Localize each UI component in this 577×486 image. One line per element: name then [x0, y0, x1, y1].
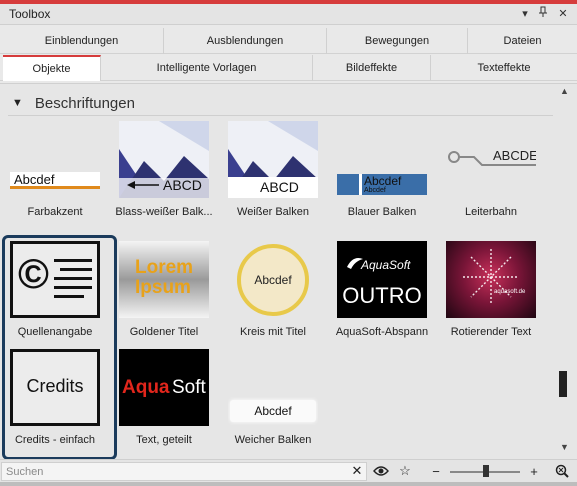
thumbnail: Abcdef — [228, 349, 318, 426]
vertical-scrollbar[interactable]: ▲ ▼ — [556, 84, 574, 460]
pin-icon[interactable] — [535, 6, 551, 22]
section-header[interactable]: ▼ Beschriftungen — [12, 93, 135, 113]
title-bar: Toolbox ▾ ✕ — [0, 4, 577, 25]
scroll-up-icon[interactable]: ▲ — [560, 86, 569, 96]
thumbnail: ABCD — [119, 121, 209, 198]
zoom-fit-icon[interactable] — [552, 461, 572, 481]
window-title: Toolbox — [9, 7, 51, 21]
thumb-text: Aqua — [122, 377, 170, 398]
zoom-slider-knob[interactable] — [483, 465, 489, 477]
eye-icon[interactable] — [371, 461, 391, 481]
tab-einblendungen[interactable]: Einblendungen — [0, 28, 164, 54]
tab-texteffekte[interactable]: Texteffekte — [431, 55, 577, 81]
item-label: AquaSoft-Abspann — [335, 326, 429, 338]
tab-row-1: Einblendungen Ausblendungen Bewegungen D… — [0, 28, 577, 54]
thumb-text: aquasoft.de — [494, 289, 526, 295]
thumb-text: ABCD — [163, 177, 202, 193]
selection-highlight — [2, 235, 117, 460]
item-label: Rotierender Text — [450, 326, 532, 338]
zoom-in-icon[interactable]: + — [524, 461, 544, 481]
thumb-subtext: Ipsum — [135, 277, 191, 298]
bottom-toolbar: ✕ ☆ − + — [0, 459, 577, 482]
thumb-text: Abcdef — [254, 404, 292, 418]
scroll-down-icon[interactable]: ▼ — [560, 442, 569, 452]
item-label: Goldener Titel — [129, 326, 199, 338]
template-gallery: ▼ Beschriftungen Abcdef Farbakzent ABCD … — [0, 83, 577, 460]
thumbnail: Abcdef — [228, 241, 318, 318]
thumb-text: Abcdef — [14, 172, 55, 187]
thumbnail: ABCDE — [446, 121, 536, 198]
scroll-thumb[interactable] — [559, 371, 567, 397]
search-input[interactable] — [1, 462, 367, 481]
section-title: Beschriftungen — [34, 94, 135, 112]
thumb-subtext: OUTRO — [342, 283, 422, 308]
thumb-subtext: Soft — [172, 377, 206, 398]
section-divider — [8, 115, 553, 116]
item-label: Text, geteilt — [136, 434, 192, 446]
dropdown-icon[interactable]: ▾ — [517, 6, 533, 22]
tab-dateien[interactable]: Dateien — [468, 28, 577, 54]
thumb-text: ABCD — [260, 179, 299, 195]
bottom-edge — [0, 482, 577, 486]
tab-objekte[interactable]: Objekte — [3, 55, 101, 81]
item-label: Farbakzent — [27, 206, 83, 218]
item-label: Weicher Balken — [234, 434, 312, 446]
thumbnail: Aqua Soft — [119, 349, 209, 426]
thumbnail: Abcdef — [10, 121, 100, 198]
thumb-text: Abcdef — [254, 273, 292, 287]
tab-row-2: Objekte Intelligente Vorlagen Bildeffekt… — [0, 55, 577, 81]
thumbnail: AquaSoft OUTRO — [337, 241, 427, 318]
zoom-out-icon[interactable]: − — [426, 461, 446, 481]
item-label: Blass-weißer Balk... — [115, 206, 213, 218]
thumbnail: ABCD — [228, 121, 318, 198]
tab-bewegungen[interactable]: Bewegungen — [327, 28, 468, 54]
thumb-text: Abcdef — [364, 174, 402, 188]
thumbnail: Abcdef Abcdef — [337, 121, 427, 198]
tab-ausblendungen[interactable]: Ausblendungen — [164, 28, 327, 54]
item-label: Weißer Balken — [237, 206, 309, 218]
item-label: Kreis mit Titel — [239, 326, 306, 338]
thumbnail: aquasoft.de — [446, 241, 536, 318]
close-icon[interactable]: ✕ — [555, 6, 571, 22]
tab-intelligente-vorlagen[interactable]: Intelligente Vorlagen — [101, 55, 313, 81]
collapse-triangle-icon[interactable]: ▼ — [12, 97, 23, 109]
clear-search-icon[interactable]: ✕ — [347, 461, 367, 481]
thumb-subtext: Abcdef — [364, 187, 386, 194]
thumbnail: Lorem Ipsum — [119, 241, 209, 318]
item-label: Blauer Balken — [347, 206, 417, 218]
thumb-text: Lorem — [135, 257, 194, 278]
star-icon[interactable]: ☆ — [395, 461, 415, 481]
tab-bildeffekte[interactable]: Bildeffekte — [313, 55, 431, 81]
thumb-text: ABCDE — [493, 148, 536, 163]
thumb-text: AquaSoft — [361, 258, 411, 272]
item-label: Leiterbahn — [465, 206, 517, 218]
